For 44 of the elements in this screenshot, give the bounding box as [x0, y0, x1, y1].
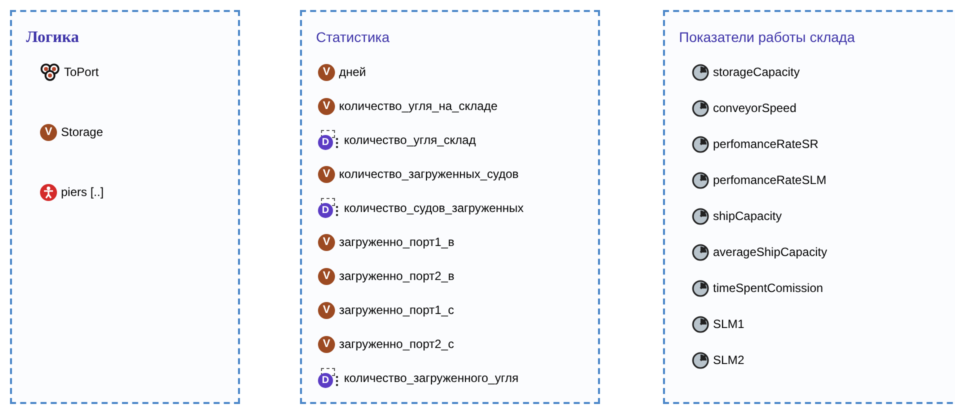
element-label[interactable]: perfomanceRateSLM	[713, 171, 826, 189]
element-label[interactable]: Storage	[61, 123, 104, 141]
dial-icon	[692, 172, 709, 188]
agent-icon	[40, 63, 60, 81]
element-label[interactable]: conveyorSpeed	[713, 99, 796, 117]
variable-icon: V	[318, 166, 335, 182]
element-label[interactable]: piers [..]	[61, 183, 104, 201]
dial-icon	[692, 280, 709, 296]
panel-title: Показатели работы склада	[679, 29, 855, 45]
element-label[interactable]: дней	[339, 63, 366, 81]
element-label[interactable]: SLM2	[713, 351, 744, 369]
element-label[interactable]: количество_судов_загруженных	[344, 199, 524, 217]
element-label[interactable]: storageCapacity	[713, 63, 800, 81]
variable-icon: V	[318, 64, 335, 80]
element-label[interactable]: perfomanceRateSR	[713, 135, 818, 153]
person-icon	[40, 184, 57, 200]
panel-title: Статистика	[316, 29, 390, 45]
element-label[interactable]: количество_угля_склад	[344, 131, 476, 149]
variable-icon: V	[318, 234, 335, 250]
dial-icon	[692, 208, 709, 224]
element-label[interactable]: загруженно_порт1_в	[339, 233, 454, 251]
element-label[interactable]: timeSpentComission	[713, 279, 824, 297]
dial-icon	[692, 136, 709, 152]
element-label[interactable]: загруженно_порт1_с	[339, 301, 454, 319]
element-label[interactable]: SLM1	[713, 315, 744, 333]
element-label[interactable]: загруженно_порт2_в	[339, 267, 454, 285]
element-label[interactable]: shipCapacity	[713, 207, 782, 225]
dial-icon	[692, 100, 709, 116]
variable-icon: V	[318, 336, 335, 352]
dial-icon	[692, 244, 709, 260]
element-label[interactable]: количество_загруженных_судов	[339, 165, 519, 183]
variable-icon: V	[318, 268, 335, 284]
element-label[interactable]: загруженно_порт2_с	[339, 335, 454, 353]
element-label[interactable]: количество_загруженного_угля	[344, 369, 518, 387]
dial-icon	[692, 316, 709, 332]
panel-title: Логика	[26, 29, 79, 46]
variable-icon: V	[40, 124, 57, 140]
dial-icon	[692, 64, 709, 80]
variable-icon: V	[318, 98, 335, 114]
element-label[interactable]: количество_угля_на_складе	[339, 97, 498, 115]
element-label[interactable]: ToPort	[64, 63, 99, 81]
variable-icon: V	[318, 302, 335, 318]
dial-icon	[692, 352, 709, 368]
element-label[interactable]: averageShipCapacity	[713, 243, 828, 261]
